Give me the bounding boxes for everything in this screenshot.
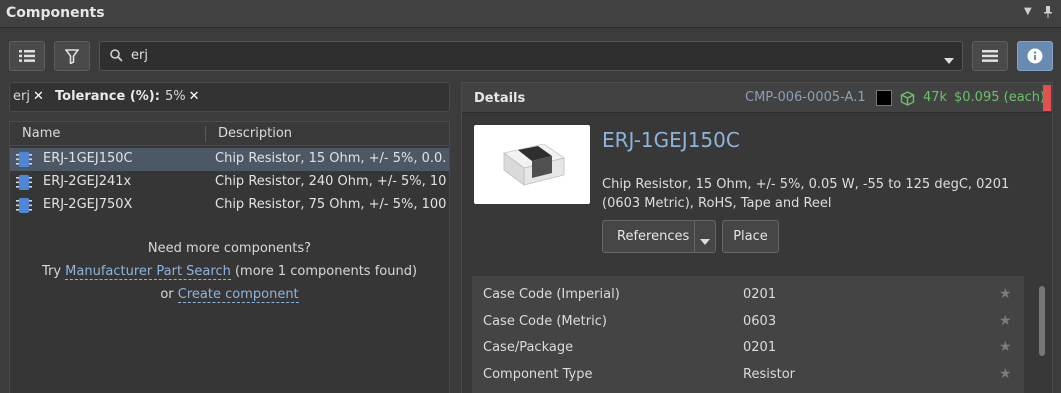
chevron-down-icon[interactable] bbox=[700, 234, 710, 249]
hamburger-menu-icon bbox=[982, 50, 998, 62]
info-icon bbox=[1027, 48, 1043, 64]
table-row[interactable]: ERJ-1GEJ150C Chip Resistor, 15 Ohm, +/- … bbox=[10, 148, 449, 171]
list-icon bbox=[19, 50, 35, 62]
create-component-line: or Create component bbox=[10, 287, 449, 303]
component-description: Chip Resistor, 75 Ohm, +/- 5%, 100... bbox=[215, 197, 447, 212]
component-name: ERJ-1GEJ150C bbox=[43, 151, 133, 166]
info-toggle-button[interactable] bbox=[1017, 41, 1053, 71]
table-row[interactable]: ERJ-2GEJ750X Chip Resistor, 75 Ohm, +/- … bbox=[10, 194, 449, 217]
column-divider[interactable] bbox=[205, 126, 206, 142]
component-description: Chip Resistor, 15 Ohm, +/- 5%, 0.0... bbox=[215, 151, 447, 166]
table-row[interactable]: ERJ-2GEJ241x Chip Resistor, 240 Ohm, +/-… bbox=[10, 171, 449, 194]
parameter-value: Resistor bbox=[743, 367, 795, 382]
star-icon[interactable]: ★ bbox=[999, 313, 1012, 329]
filter-button[interactable] bbox=[54, 41, 90, 71]
parameter-row: Case Code (Imperial) 0201 ★ bbox=[472, 282, 1024, 308]
component-name: ERJ-2GEJ241x bbox=[43, 174, 132, 189]
component-icon bbox=[15, 174, 33, 195]
details-title: Details bbox=[474, 91, 526, 106]
parameter-value: 0201 bbox=[743, 340, 777, 355]
parameter-name: Case Code (Imperial) bbox=[483, 287, 620, 302]
parameter-name: Component Type bbox=[483, 367, 593, 382]
manufacturer-search-line: Try Manufacturer Part Search (more 1 com… bbox=[10, 264, 449, 280]
search-input[interactable]: erj bbox=[131, 48, 148, 63]
parameter-row: Case Code (Metric) 0603 ★ bbox=[472, 309, 1024, 335]
component-color-swatch bbox=[876, 90, 892, 106]
split-divider bbox=[694, 221, 695, 252]
search-icon bbox=[110, 49, 123, 66]
search-field[interactable]: erj bbox=[99, 41, 963, 71]
star-icon[interactable]: ★ bbox=[999, 339, 1012, 355]
create-component-link[interactable]: Create component bbox=[177, 287, 299, 303]
manufacturer-part-search-link[interactable]: Manufacturer Part Search bbox=[65, 264, 231, 280]
references-button[interactable]: References bbox=[602, 220, 716, 253]
active-filters-bar: erj ✕ Tolerance (%): 5% ✕ bbox=[9, 82, 450, 112]
pin-icon[interactable] bbox=[1043, 6, 1053, 21]
place-button[interactable]: Place bbox=[722, 220, 779, 253]
place-label: Place bbox=[733, 229, 768, 244]
star-icon[interactable]: ★ bbox=[999, 366, 1012, 382]
parameter-name: Case/Package bbox=[483, 340, 574, 355]
component-image bbox=[474, 125, 590, 204]
view-mode-button[interactable] bbox=[9, 41, 45, 71]
part-description: Chip Resistor, 15 Ohm, +/- 5%, 0.05 W, -… bbox=[602, 177, 1010, 211]
remove-filter-icon[interactable]: ✕ bbox=[33, 89, 44, 104]
component-description: Chip Resistor, 240 Ohm, +/- 5%, 10... bbox=[215, 174, 447, 189]
more-found-text: (more 1 components found) bbox=[234, 264, 418, 279]
parameter-row: Case/Package 0201 ★ bbox=[472, 335, 1024, 361]
parameters-table: Case Code (Imperial) 0201 ★ Case Code (M… bbox=[472, 276, 1024, 393]
status-indicator bbox=[1043, 85, 1051, 111]
parameter-value: 0603 bbox=[743, 314, 777, 329]
details-header: Details CMP-006-0005-A.1 47k $0.095 (eac… bbox=[462, 83, 1052, 113]
parameter-row: Component Type Resistor ★ bbox=[472, 362, 1024, 388]
filter-chip-label: Tolerance (%): bbox=[55, 89, 160, 104]
panel-titlebar: Components ▼ bbox=[0, 0, 1061, 28]
parameter-name: Case Code (Metric) bbox=[483, 314, 607, 329]
component-list: Name Description ERJ-1GEJ150C Chip Resis… bbox=[9, 121, 450, 393]
panel-title: Components bbox=[6, 5, 105, 21]
dropdown-arrow-icon[interactable]: ▼ bbox=[1024, 6, 1032, 17]
component-name: ERJ-2GEJ750X bbox=[43, 197, 133, 212]
filter-icon bbox=[65, 48, 79, 64]
filter-chip-label: erj bbox=[13, 89, 30, 104]
column-header-description[interactable]: Description bbox=[218, 126, 292, 141]
list-header: Name Description bbox=[10, 122, 449, 146]
unit-price: $0.095 (each) bbox=[954, 90, 1046, 105]
remove-filter-icon[interactable]: ✕ bbox=[189, 89, 200, 104]
cube-icon bbox=[900, 91, 915, 110]
filter-chip-value: 5% bbox=[164, 89, 186, 104]
more-components-prompt: Need more components? bbox=[147, 241, 312, 256]
menu-button[interactable] bbox=[972, 41, 1008, 71]
part-name: ERJ-1GEJ150C bbox=[602, 128, 740, 152]
star-icon[interactable]: ★ bbox=[999, 286, 1012, 302]
details-panel: Details CMP-006-0005-A.1 47k $0.095 (eac… bbox=[461, 82, 1053, 393]
references-label: References bbox=[617, 229, 690, 244]
search-history-dropdown-icon[interactable] bbox=[944, 53, 954, 68]
parameter-value: 0201 bbox=[743, 287, 777, 302]
component-icon bbox=[15, 151, 33, 172]
or-text: or bbox=[160, 287, 174, 302]
stock-count: 47k bbox=[923, 90, 948, 105]
component-id[interactable]: CMP-006-0005-A.1 bbox=[745, 90, 866, 105]
component-icon bbox=[15, 197, 33, 218]
try-text: Try bbox=[41, 264, 62, 279]
filter-chip-search: erj ✕ bbox=[13, 89, 44, 104]
column-header-name[interactable]: Name bbox=[22, 126, 60, 141]
scrollbar-thumb[interactable] bbox=[1039, 286, 1045, 356]
filter-chip-tolerance: Tolerance (%): 5% ✕ bbox=[55, 89, 199, 104]
